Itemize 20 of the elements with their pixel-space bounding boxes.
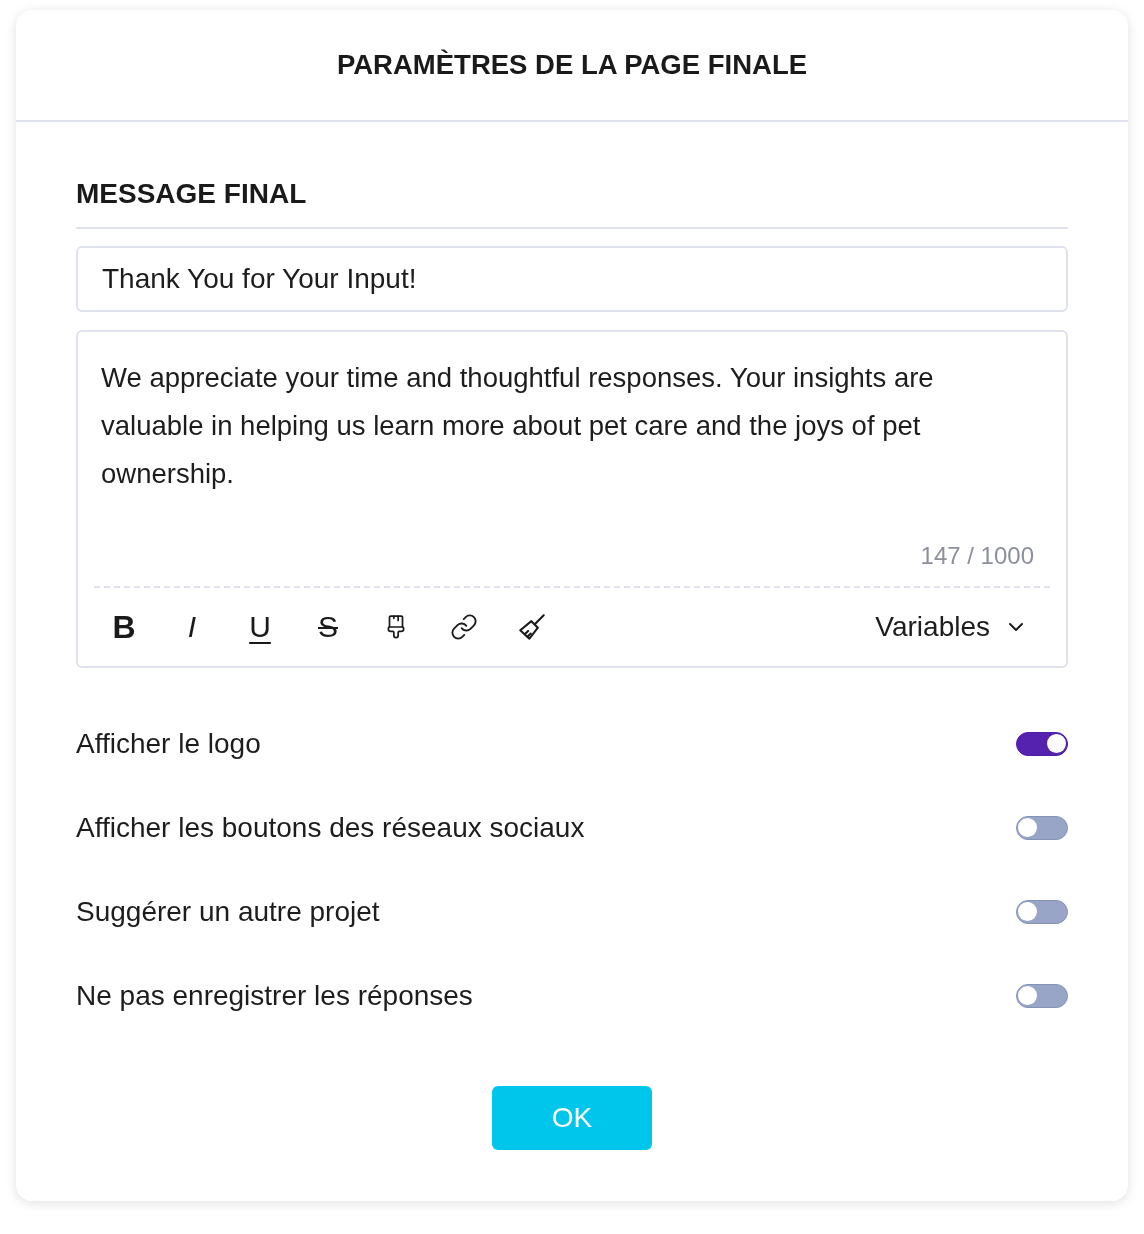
strikethrough-button[interactable]: S [306, 605, 350, 649]
toggle-switch[interactable] [1016, 816, 1068, 840]
option-label: Afficher les boutons des réseaux sociaux [76, 812, 585, 844]
dialog-title: PARAMÈTRES DE LA PAGE FINALE [336, 49, 808, 81]
option-label: Afficher le logo [76, 728, 261, 760]
toggle-switch[interactable] [1016, 732, 1068, 756]
option-label: Ne pas enregistrer les réponses [76, 980, 473, 1012]
option-label: Suggérer un autre projet [76, 896, 380, 928]
toggle-switch[interactable] [1016, 900, 1068, 924]
toggle-switch[interactable] [1016, 984, 1068, 1008]
link-icon [450, 613, 478, 641]
title-input-field[interactable]: Thank You for Your Input! [76, 246, 1068, 312]
variables-dropdown[interactable]: Variables [875, 611, 1028, 643]
broom-icon [519, 614, 545, 640]
character-count: 147 / 1000 [920, 543, 1034, 569]
italic-button[interactable]: I [170, 605, 214, 649]
section-title: MESSAGE FINAL [76, 179, 307, 209]
bold-button[interactable]: B [102, 605, 146, 649]
underline-button[interactable]: U [238, 605, 282, 649]
message-textarea[interactable]: We appreciate your time and thoughtful responses. Your insights are valuable in helping us learn more about pet care and the joys of pet ownership. [94, 332, 1050, 498]
